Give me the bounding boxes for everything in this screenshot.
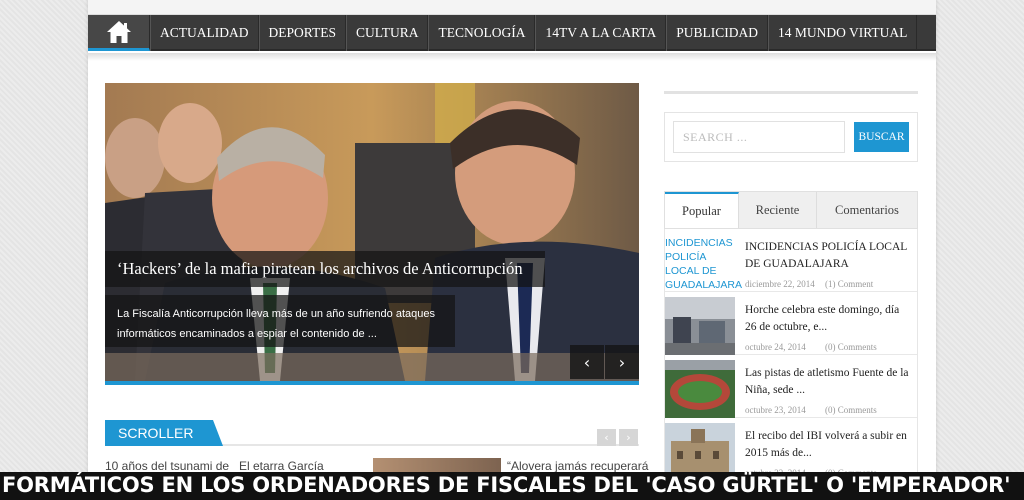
chevron-right-icon: › xyxy=(626,431,631,444)
slide-excerpt-box: La Fiscalía Anticorrupción lleva más de … xyxy=(105,295,455,347)
chevron-left-icon: ‹ xyxy=(604,431,609,444)
post-title[interactable]: El recibo del IBI volverá a subir en 201… xyxy=(745,428,913,462)
home-icon xyxy=(106,20,131,43)
nav-item-deportes[interactable]: DEPORTES xyxy=(258,15,346,51)
popular-list: INCIDENCIAS POLICÍA LOCAL DE GUADALAJARA… xyxy=(664,229,918,500)
sidebar-tabs: Popular Reciente Comentarios xyxy=(664,191,918,229)
slide-excerpt-line: informáticos encaminados a espiar el con… xyxy=(117,328,377,340)
post-thumbnail-missing[interactable]: INCIDENCIAS POLICÍA LOCAL DE GUADALAJARA xyxy=(665,234,743,292)
slide-excerpt-line: La Fiscalía Anticorrupción lleva más de … xyxy=(117,308,435,320)
scroller-header: SCROLLER xyxy=(105,420,639,446)
post-title[interactable]: Horche celebra este domingo, día 26 de o… xyxy=(745,302,913,336)
scroller-label: SCROLLER xyxy=(105,420,223,446)
chevron-left-icon: ‹ xyxy=(583,352,591,372)
post-date: octubre 23, 2014 xyxy=(745,405,806,415)
tab-reciente[interactable]: Reciente xyxy=(739,192,817,228)
nav-item-cultura[interactable]: CULTURA xyxy=(345,15,429,51)
news-ticker: FORMÁTICOS EN LOS ORDENADORES DE FISCALE… xyxy=(0,472,1024,500)
featured-slider[interactable]: ‘Hackers’ de la mafia piratean los archi… xyxy=(105,83,639,381)
post-thumbnail[interactable] xyxy=(665,297,735,355)
nav-item-14-mundo-virtual[interactable]: 14 MUNDO VIRTUAL xyxy=(767,15,918,51)
post-date: octubre 24, 2014 xyxy=(745,342,806,352)
slide-title-box: ‘Hackers’ de la mafia piratean los archi… xyxy=(105,251,545,287)
nav-item-tecnologia[interactable]: TECNOLOGÍA xyxy=(428,15,536,51)
slide-title[interactable]: ‘Hackers’ de la mafia piratean los archi… xyxy=(117,259,523,279)
main-nav: ACTUALIDAD DEPORTES CULTURA TECNOLOGÍA 1… xyxy=(88,15,936,51)
scroller-prev-button[interactable]: ‹ xyxy=(597,429,616,446)
site-container: ACTUALIDAD DEPORTES CULTURA TECNOLOGÍA 1… xyxy=(88,0,936,500)
post-comment-count[interactable]: (0) Comments xyxy=(825,405,877,415)
search-button[interactable]: BUSCAR xyxy=(854,122,909,152)
post-title[interactable]: INCIDENCIAS POLICÍA LOCAL DE GUADALAJARA xyxy=(745,239,913,273)
nav-item-14tv-a-la-carta[interactable]: 14TV A LA CARTA xyxy=(535,15,667,51)
sidebar-divider xyxy=(664,91,918,94)
search-input[interactable]: SEARCH ... xyxy=(673,121,845,153)
slider-prev-button[interactable]: ‹ xyxy=(570,345,604,379)
ticker-text: FORMÁTICOS EN LOS ORDENADORES DE FISCALE… xyxy=(2,473,1011,497)
list-item[interactable]: INCIDENCIAS POLICÍA LOCAL DE GUADALAJARA… xyxy=(665,229,917,292)
nav-item-actualidad[interactable]: ACTUALIDAD xyxy=(150,15,259,51)
scroller-next-button[interactable]: › xyxy=(619,429,638,446)
tab-popular[interactable]: Popular xyxy=(665,192,739,228)
search-widget: SEARCH ... BUSCAR xyxy=(664,112,918,162)
slider-next-button[interactable]: › xyxy=(605,345,639,379)
post-comment-count[interactable]: (0) Comments xyxy=(825,342,877,352)
post-comment-count[interactable]: (1) Comment xyxy=(825,279,873,289)
nav-shadow xyxy=(88,53,936,61)
post-thumbnail[interactable] xyxy=(665,360,735,418)
chevron-right-icon: › xyxy=(618,352,626,372)
post-title[interactable]: Las pistas de atletismo Fuente de la Niñ… xyxy=(745,365,913,399)
top-bar xyxy=(88,0,936,15)
list-item[interactable]: Las pistas de atletismo Fuente de la Niñ… xyxy=(665,355,917,418)
thumbnail-alt-text: INCIDENCIAS POLICÍA LOCAL DE GUADALAJARA xyxy=(665,237,743,291)
nav-home[interactable] xyxy=(88,15,150,51)
list-item[interactable]: Horche celebra este domingo, día 26 de o… xyxy=(665,292,917,355)
post-date: diciembre 22, 2014 xyxy=(745,279,815,289)
nav-item-publicidad[interactable]: PUBLICIDAD xyxy=(666,15,768,51)
tab-comentarios[interactable]: Comentarios xyxy=(817,192,917,228)
slider-progress-bar xyxy=(105,381,639,385)
